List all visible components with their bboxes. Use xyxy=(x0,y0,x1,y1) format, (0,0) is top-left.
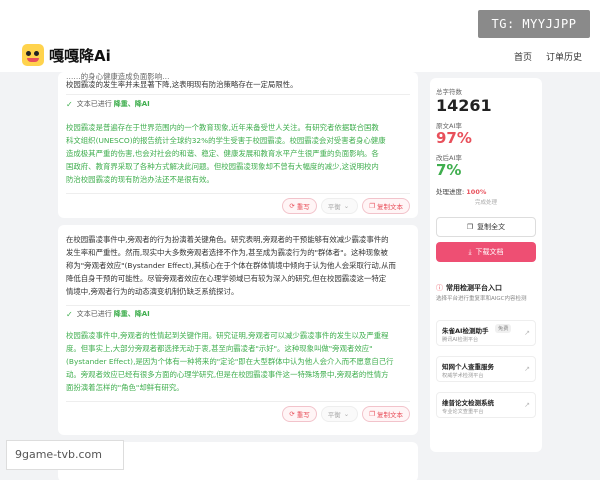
original-ai-rate-value: 97% xyxy=(436,129,472,147)
original-text[interactable]: 在校园霸凌事件中,旁观者的行为扮演着关键角色。研究表明,旁观者的干预能够有效减少… xyxy=(66,233,396,298)
processed-status: ✓ 文本已进行 降重、降AI xyxy=(66,309,150,319)
platform-name: 朱雀AI检测助手 xyxy=(442,327,489,335)
copy-text-button[interactable]: ❐ 复制文本 xyxy=(362,406,410,422)
processed-keyword: 降重、降AI xyxy=(113,100,150,108)
copy-icon: ❐ xyxy=(369,410,375,418)
download-icon: ⤓ xyxy=(468,247,472,256)
chevron-down-icon: ⌄ xyxy=(343,202,350,210)
original-line: 发生率和严重性。然而,现实中大多数旁观者选择不作为,甚至成为霸凌行为的"群体者"… xyxy=(66,248,388,257)
original-line: 降低自身干预的可能性。尽管旁观者效应在心理学领域已有较为深入的研究,但在校园霸凌… xyxy=(66,274,387,283)
chevron-down-icon: ⌄ xyxy=(343,410,350,418)
platforms-title: 常用检测平台入口 xyxy=(446,284,502,292)
rewritten-line: 校园霸凌是普遍存在于世界范围内的一个教育现象,近年来备受世人关注。有研究者依据联… xyxy=(66,123,379,132)
processed-keyword: 降重、降AI xyxy=(113,310,150,318)
original-line: 称为"旁观者效应"(Bystander Effect),其核心在于个体在群体情境… xyxy=(66,261,396,270)
platform-item-cnki[interactable]: 知网个人查重服务 权威学术检测平台 ↗ xyxy=(436,356,536,382)
progress-value: 100% xyxy=(466,188,487,196)
detection-platforms-panel: ⓘ 常用检测平台入口 选择平台进行重复率和AIGC内容检测 朱雀AI检测助手 免… xyxy=(430,272,542,452)
total-chars-label: 总字符数 xyxy=(436,88,462,96)
mode-select[interactable]: 平衡 ⌄ xyxy=(320,198,359,214)
rewritten-line: 面扮演着怎样的"角色"却鲜有研究。 xyxy=(66,383,184,392)
nav-home-link[interactable]: 首页 xyxy=(514,50,532,63)
rewritten-text[interactable]: 校园霸凌事件中,旁观者的性情起到关键作用。研究证明,旁观者可以减少霸凌事件的发生… xyxy=(66,329,394,394)
progress-label: 处理进度: xyxy=(436,188,465,196)
free-badge: 免费 xyxy=(495,324,512,333)
progress-subtext: 完成处理 xyxy=(474,200,497,206)
check-icon: ✓ xyxy=(66,99,73,109)
platform-item-weipu[interactable]: 维普论文检测系统 专业论文查重平台 ↗ xyxy=(436,392,536,418)
platforms-subtitle: 选择平台进行重复率和AIGC内容检测 xyxy=(436,296,527,302)
processed-prefix: 文本已进行 xyxy=(76,310,112,318)
check-icon: ✓ xyxy=(66,309,73,319)
divider xyxy=(66,305,410,306)
total-chars-value: 14261 xyxy=(436,96,492,115)
processed-prefix: 文本已进行 xyxy=(76,100,112,108)
external-link-icon: ↗ xyxy=(524,365,530,373)
brand-name[interactable]: 嘎嘎降Ai xyxy=(49,45,111,66)
external-link-icon: ↗ xyxy=(524,329,530,337)
download-document-button[interactable]: ⤓ 下载文档 xyxy=(436,242,536,262)
copy-all-button[interactable]: ❐ 复制全文 xyxy=(436,217,536,237)
rewritten-text[interactable]: 校园霸凌是普遍存在于世界范围内的一个教育现象,近年来备受世人关注。有研究者依据联… xyxy=(66,121,386,186)
processed-status: ✓ 文本已进行 降重、降AI xyxy=(66,99,150,109)
rewritten-line: 防治校园霸凌的现有防治办法还不是很有效。 xyxy=(66,175,214,184)
platform-name: 知网个人查重服务 xyxy=(442,363,494,371)
rewritten-line: 科文组织(UNESCO)的报告统计全球约32%的学生受害于校园霸凌。校园霸凌会对… xyxy=(66,136,386,145)
info-icon: ⓘ xyxy=(436,284,443,292)
copy-icon: ❐ xyxy=(466,223,474,231)
copy-icon: ❐ xyxy=(369,202,375,210)
platform-desc: 权威学术检测平台 xyxy=(442,373,484,379)
original-line: 在校园霸凌事件中,旁观者的行为扮演着关键角色。研究表明,旁观者的干预能够有效减少… xyxy=(66,235,389,244)
site-watermark: 9game-tvb.com xyxy=(6,440,124,470)
paragraph-card-2: 在校园霸凌事件中,旁观者的行为扮演着关键角色。研究表明,旁观者的干预能够有效减少… xyxy=(58,225,418,435)
rewritten-line: 度。但事实上,大部分旁观者都选择无动于衷,甚至向霸凌者"示好"。这种现象叫做"旁… xyxy=(66,344,373,353)
rewritten-line: 造成极其严重的伤害,也会对社会的和谐、稳定、健康发展和教育水平产生很严重的负面影… xyxy=(66,149,379,158)
mode-select[interactable]: 平衡 ⌄ xyxy=(320,406,359,422)
original-line: 情境中,旁观者行为的动态演变机制仍缺乏系统探讨。 xyxy=(66,287,239,296)
original-text-line: 校园霸凌的发生率并未显著下降,这表明现有防治策略存在一定局限性。 xyxy=(66,80,298,89)
rewritten-line: 动。旁观者效应已经有很多方面的心理学研究,但是在校园霸凌事件这一特殊场景中,旁观… xyxy=(66,370,389,379)
paragraph-card-1: ……的身心健康造成负面影响… 校园霸凌的发生率并未显著下降,这表明现有防治策略存… xyxy=(58,72,418,218)
nav-order-history-link[interactable]: 订单历史 xyxy=(546,50,582,63)
platform-name: 维普论文检测系统 xyxy=(442,399,494,407)
refresh-icon: ⟳ xyxy=(289,202,295,210)
rewritten-line: 校园霸凌事件中,旁观者的性情起到关键作用。研究证明,旁观者可以减少霸凌事件的发生… xyxy=(66,331,389,340)
divider xyxy=(66,94,410,95)
brand-logo-icon[interactable] xyxy=(22,44,44,66)
revised-ai-rate-value: 7% xyxy=(436,161,462,179)
rewritten-line: 国政府、教育界采取了各种方式解决此问题。但校园霸凌现象却不曾有大幅度的减少,这说… xyxy=(66,162,379,171)
refresh-icon: ⟳ xyxy=(289,410,295,418)
rewrite-button[interactable]: ⟳ 重写 xyxy=(282,198,317,214)
card-actions: ⟳ 重写 平衡 ⌄ ❐ 复制文本 xyxy=(282,198,410,214)
card-actions: ⟳ 重写 平衡 ⌄ ❐ 复制文本 xyxy=(282,406,410,422)
divider xyxy=(66,401,410,402)
progress-text: 处理进度: 100% xyxy=(436,186,486,196)
external-link-icon: ↗ xyxy=(524,401,530,409)
divider xyxy=(66,193,410,194)
rewrite-button[interactable]: ⟳ 重写 xyxy=(282,406,317,422)
tg-watermark-badge: TG: MYYJJPP xyxy=(478,10,590,38)
platform-desc: 专业论文查重平台 xyxy=(442,409,484,415)
rewritten-line: (Bystander Effect),是因为个体有一种将来的"定论"即在大型群体… xyxy=(66,357,394,366)
platform-item-zhuque[interactable]: 朱雀AI检测助手 免费 腾讯AI检测平台 ↗ xyxy=(436,320,536,346)
platform-desc: 腾讯AI检测平台 xyxy=(442,337,479,343)
copy-text-button[interactable]: ❐ 复制文本 xyxy=(362,198,410,214)
